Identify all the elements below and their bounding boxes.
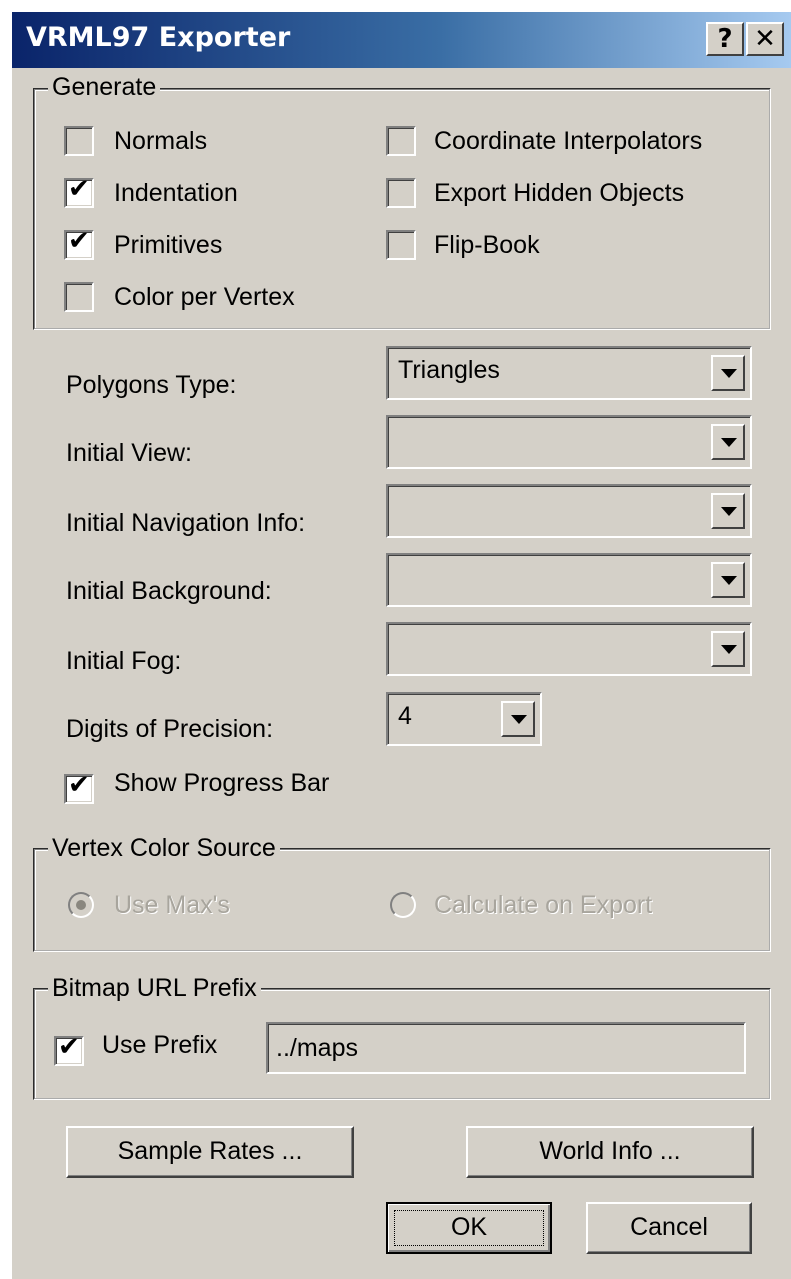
calculate-on-export-label: Calculate on Export	[434, 891, 653, 919]
radio-dot-icon	[76, 900, 86, 910]
chevron-down-icon[interactable]	[711, 424, 745, 460]
digits-of-precision-label: Digits of Precision:	[66, 715, 274, 743]
flip-book-checkbox[interactable]: ✔	[386, 230, 416, 260]
normals-checkbox[interactable]: ✔	[64, 126, 94, 156]
initial-navigation-info-dropdown[interactable]	[386, 484, 752, 538]
polygons-type-value: Triangles	[398, 356, 500, 384]
normals-label: Normals	[114, 127, 208, 155]
export-hidden-objects-checkbox[interactable]: ✔	[386, 178, 416, 208]
help-button[interactable]: ?	[706, 22, 744, 56]
check-icon: ✔	[58, 1032, 80, 1062]
digits-of-precision-dropdown[interactable]: 4	[386, 692, 542, 746]
help-icon: ?	[717, 24, 733, 54]
digits-of-precision-value: 4	[398, 702, 412, 730]
bitmap-url-prefix-legend: Bitmap URL Prefix	[48, 973, 261, 1003]
chevron-down-icon[interactable]	[711, 493, 745, 529]
coordinate-interpolators-label: Coordinate Interpolators	[434, 127, 703, 155]
initial-background-dropdown[interactable]	[386, 553, 752, 607]
primitives-checkbox[interactable]: ✔	[64, 226, 94, 260]
primitives-label: Primitives	[114, 231, 223, 259]
prefix-input[interactable]: ../maps	[266, 1022, 746, 1074]
show-progress-bar-checkbox[interactable]: ✔	[64, 770, 94, 804]
window-title: VRML97 Exporter	[26, 22, 291, 53]
initial-fog-label: Initial Fog:	[66, 647, 182, 675]
initial-fog-dropdown[interactable]	[386, 622, 752, 676]
check-icon: ✔	[68, 770, 90, 800]
focus-ring	[394, 1210, 544, 1246]
use-prefix-checkbox[interactable]: ✔	[54, 1032, 84, 1066]
vrml97-exporter-dialog: VRML97 Exporter ? ✕ Generate ✔ Normals ✔…	[10, 10, 791, 1279]
chevron-down-icon[interactable]	[711, 355, 745, 391]
initial-view-dropdown[interactable]	[386, 415, 752, 469]
export-hidden-objects-label: Export Hidden Objects	[434, 179, 685, 207]
flip-book-label: Flip-Book	[434, 231, 540, 259]
title-bar[interactable]: VRML97 Exporter ? ✕	[12, 12, 791, 68]
close-button[interactable]: ✕	[746, 22, 784, 56]
chevron-down-icon[interactable]	[711, 631, 745, 667]
polygons-type-label: Polygons Type:	[66, 371, 237, 399]
initial-navigation-info-label: Initial Navigation Info:	[66, 509, 306, 537]
chevron-down-icon[interactable]	[711, 562, 745, 598]
indentation-checkbox[interactable]: ✔	[64, 174, 94, 208]
color-per-vertex-label: Color per Vertex	[114, 283, 295, 311]
coordinate-interpolators-checkbox[interactable]: ✔	[386, 126, 416, 156]
prefix-input-value: ../maps	[276, 1034, 358, 1062]
use-prefix-label: Use Prefix	[102, 1031, 218, 1059]
vertex-color-source-legend: Vertex Color Source	[48, 833, 280, 863]
world-info-button[interactable]: World Info ...	[466, 1126, 754, 1178]
polygons-type-dropdown[interactable]: Triangles	[386, 346, 752, 400]
initial-background-label: Initial Background:	[66, 577, 272, 605]
show-progress-bar-label: Show Progress Bar	[114, 769, 330, 797]
calculate-on-export-radio[interactable]	[390, 892, 416, 918]
color-per-vertex-checkbox[interactable]: ✔	[64, 282, 94, 312]
chevron-down-icon[interactable]	[501, 701, 535, 737]
check-icon: ✔	[68, 226, 90, 256]
indentation-label: Indentation	[114, 179, 238, 207]
use-max-radio[interactable]	[68, 892, 94, 918]
initial-view-label: Initial View:	[66, 439, 192, 467]
close-icon: ✕	[754, 24, 776, 54]
generate-legend: Generate	[48, 72, 161, 102]
cancel-button[interactable]: Cancel	[586, 1202, 752, 1254]
ok-button[interactable]: OK	[386, 1202, 552, 1254]
use-max-label: Use Max's	[114, 891, 230, 919]
check-icon: ✔	[68, 174, 90, 204]
sample-rates-button[interactable]: Sample Rates ...	[66, 1126, 354, 1178]
